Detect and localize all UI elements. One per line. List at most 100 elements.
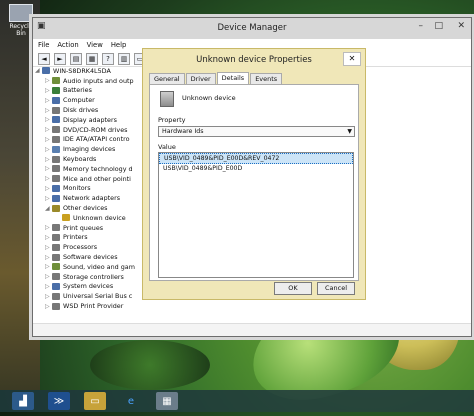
device-category-icon (52, 253, 60, 261)
tree-item[interactable]: ▷ Disk drives (33, 105, 153, 115)
tree-item-label: System devices (63, 282, 114, 291)
internet-explorer-icon[interactable]: e (120, 392, 142, 410)
tree-item[interactable]: ▷ Print queues (33, 223, 153, 233)
tree-item[interactable]: ▷ Batteries (33, 86, 153, 96)
help-icon[interactable]: ? (102, 52, 114, 65)
tree-item[interactable]: ▷ Monitors (33, 184, 153, 194)
minimize-button[interactable]: – (419, 21, 424, 31)
tree-item[interactable]: ▷ IDE ATA/ATAPI contro (33, 135, 153, 145)
expand-arrow-icon[interactable]: ▷ (45, 126, 52, 133)
expand-arrow-icon[interactable]: ▷ (45, 156, 52, 163)
tree-item[interactable]: ▷ Audio inputs and outp (33, 76, 153, 86)
expand-arrow-icon[interactable]: ▷ (45, 254, 52, 261)
dialog-close-button[interactable]: ✕ (343, 52, 361, 66)
device-manager-titlebar[interactable]: ▣ Device Manager – □ ✕ (33, 18, 471, 39)
expand-arrow-icon[interactable]: ▷ (45, 263, 52, 270)
forward-icon[interactable]: ► (54, 52, 66, 65)
unknown-device-icon (160, 91, 174, 107)
expand-arrow-icon[interactable]: ▷ (45, 244, 52, 251)
expand-arrow-icon[interactable]: ◢ (45, 205, 52, 212)
expand-arrow-icon[interactable]: ▷ (45, 195, 52, 202)
tree-item-label: Sound, video and gam (63, 262, 135, 271)
close-button[interactable]: ✕ (457, 21, 465, 31)
expand-arrow-icon[interactable]: ▷ (45, 136, 52, 143)
device-manager-taskbar-icon[interactable]: ▦ (156, 392, 178, 410)
device-list-icon[interactable]: ▥ (118, 52, 130, 65)
device-category-icon (52, 165, 60, 173)
device-category-icon (52, 224, 60, 232)
tree-item-label: DVD/CD-ROM drives (63, 125, 128, 134)
tree-item[interactable]: ▷ Keyboards (33, 154, 153, 164)
tree-item[interactable]: ▷ Network adapters (33, 193, 153, 203)
menu-action[interactable]: Action (57, 41, 78, 49)
expand-arrow-icon[interactable]: ▷ (45, 185, 52, 192)
tree-item-label: Network adapters (63, 194, 121, 203)
expand-arrow-icon[interactable]: ▷ (45, 303, 52, 310)
tree-item[interactable]: ▷ Storage controllers (33, 272, 153, 282)
maximize-button[interactable]: □ (434, 21, 443, 31)
expand-arrow-icon[interactable]: ▷ (45, 283, 52, 290)
tree-item[interactable]: ▷ Printers (33, 233, 153, 243)
cancel-button[interactable]: Cancel (317, 282, 355, 295)
window-title: Device Manager (217, 23, 287, 33)
tree-item[interactable]: ▷ System devices (33, 282, 153, 292)
tree-item-label: IDE ATA/ATAPI contro (63, 135, 130, 144)
device-category-icon (52, 96, 60, 104)
device-category-icon (52, 273, 60, 281)
expand-arrow-icon[interactable]: ▷ (45, 175, 52, 182)
ok-button[interactable]: OK (274, 282, 312, 295)
tree-view-icon[interactable]: ▦ (86, 52, 98, 65)
tree-item[interactable]: ▷ Software devices (33, 252, 153, 262)
tree-item[interactable]: ▷ DVD/CD-ROM drives (33, 125, 153, 135)
value-row[interactable]: USB\VID_0489&PID_E00D (159, 164, 353, 173)
tree-item-label: Keyboards (63, 155, 97, 164)
tree-item[interactable]: ▷ Universal Serial Bus c (33, 291, 153, 301)
properties-dialog: Unknown device Properties ✕ General Driv… (142, 48, 366, 300)
expand-arrow-icon[interactable]: ▷ (45, 107, 52, 114)
property-dropdown[interactable]: Hardware Ids ▼ (158, 126, 355, 137)
device-category-icon (42, 67, 50, 75)
expand-arrow-icon[interactable]: ▷ (45, 273, 52, 280)
expand-arrow-icon[interactable]: ◢ (35, 67, 42, 74)
tree-item[interactable]: ◢ WIN-S8DRK4L5DA (33, 66, 153, 76)
tree-item[interactable]: ▷ Computer (33, 95, 153, 105)
expand-arrow-icon[interactable]: ▷ (45, 234, 52, 241)
file-explorer-icon[interactable]: ▭ (84, 392, 106, 410)
back-icon[interactable]: ◄ (38, 52, 50, 65)
expand-arrow-icon[interactable]: ▷ (45, 224, 52, 231)
tree-item[interactable]: ▷ Sound, video and gam (33, 262, 153, 272)
expand-arrow-icon[interactable]: ▷ (45, 116, 52, 123)
expand-arrow-icon[interactable]: ▷ (45, 293, 52, 300)
expand-arrow-icon[interactable]: ▷ (45, 97, 52, 104)
tree-item[interactable]: ▷ Memory technology d (33, 164, 153, 174)
expand-arrow-icon[interactable]: ▷ (45, 87, 52, 94)
tree-item[interactable]: ▷ Imaging devices (33, 144, 153, 154)
tree-item[interactable]: ▷ Display adapters (33, 115, 153, 125)
tree-item-label: Imaging devices (63, 145, 116, 154)
expand-arrow-icon[interactable]: ▷ (45, 165, 52, 172)
tree-item[interactable]: ◢ Other devices (33, 203, 153, 213)
powershell-icon[interactable]: ≫ (48, 392, 70, 410)
menu-view[interactable]: View (87, 41, 103, 49)
device-category-icon (52, 263, 60, 271)
start-user-icon[interactable]: ▟ (12, 392, 34, 410)
value-row-selected[interactable]: USB\VID_0489&PID_E00D&REV_0472 (159, 153, 353, 164)
tree-item-label: Universal Serial Bus c (63, 292, 133, 301)
tree-item[interactable]: ▷ Mice and other pointi (33, 174, 153, 184)
expand-arrow-icon[interactable]: ▷ (45, 77, 52, 84)
device-category-icon (52, 155, 60, 163)
properties-icon[interactable]: ▤ (70, 52, 82, 65)
device-category-icon (52, 145, 60, 153)
device-tree: ◢ WIN-S8DRK4L5DA ▷ Audio inputs and outp ▷ Ba… (33, 66, 153, 311)
menu-file[interactable]: File (38, 41, 49, 49)
tree-item[interactable]: Unknown device (33, 213, 153, 223)
dialog-title: Unknown device Properties (196, 55, 312, 65)
expand-arrow-icon[interactable]: ▷ (45, 146, 52, 153)
tree-item[interactable]: ▷ WSD Print Provider (33, 301, 153, 311)
menu-help[interactable]: Help (111, 41, 127, 49)
device-category-icon (52, 77, 60, 85)
device-category-icon (52, 135, 60, 143)
tree-item-label: Storage controllers (63, 272, 124, 281)
dialog-titlebar[interactable]: Unknown device Properties ✕ (143, 49, 365, 71)
tree-item[interactable]: ▷ Processors (33, 242, 153, 252)
